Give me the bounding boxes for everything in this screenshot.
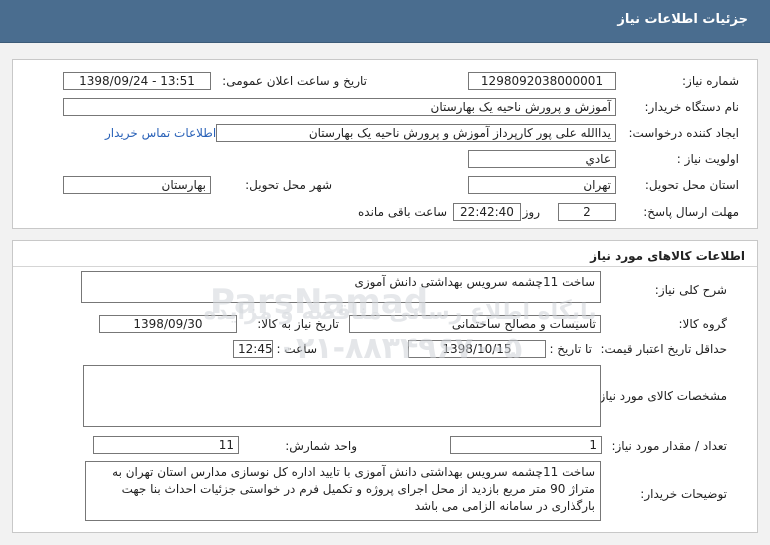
page-header: جزئیات اطلاعات نیاز: [0, 0, 770, 43]
general-desc-label: شرح کلی نیاز:: [654, 283, 727, 297]
deadline-label: مهلت ارسال پاسخ:: [643, 205, 739, 219]
goods-info-panel: اطلاعات کالاهای مورد نیاز شرح کلی نیاز: …: [12, 240, 758, 533]
time-label: ساعت :: [276, 342, 317, 356]
general-desc-field: ساخت 11چشمه سرویس بهداشتی دانش آموزی: [81, 271, 601, 303]
until-date-label: تا تاریخ :: [549, 342, 592, 356]
need-date-field: 1398/09/30: [99, 315, 237, 333]
unit-field: 11: [93, 436, 239, 454]
group-field: تاسیسات و مصالح ساختمانی: [349, 315, 601, 333]
specs-label: مشخصات کالای مورد نیاز:: [595, 389, 727, 403]
time-field: 12:45: [233, 340, 273, 358]
need-date-label: تاریخ نیاز به کالا:: [257, 317, 339, 331]
deadline-time-field: 22:42:40: [453, 203, 521, 221]
province-label: استان محل تحویل:: [644, 178, 739, 192]
remaining-word: ساعت باقی مانده: [358, 205, 448, 219]
qty-label: تعداد / مقدار مورد نیاز:: [611, 439, 727, 453]
priority-field: عادي: [468, 150, 616, 168]
group-label: گروه کالا:: [678, 317, 728, 331]
specs-field: [83, 365, 601, 427]
requester-label: ایجاد کننده درخواست:: [628, 126, 739, 140]
buyer-notes-field: ساخت 11چشمه سرویس بهداشتی دانش آموزی با …: [85, 461, 601, 521]
section-divider: [13, 266, 757, 267]
announce-field: 1398/09/24 - 13:51: [63, 72, 211, 90]
need-number-label: شماره نیاز:: [682, 74, 739, 88]
goods-section-title: اطلاعات کالاهای مورد نیاز: [590, 249, 745, 263]
deadline-days-field: 2: [558, 203, 616, 221]
city-field: بهارستان: [63, 176, 211, 194]
province-field: تهران: [468, 176, 616, 194]
buyer-org-field: آموزش و پرورش ناحیه یک بهارستان: [63, 98, 616, 116]
buyer-notes-label: توضیحات خریدار:: [640, 487, 727, 501]
qty-field: 1: [450, 436, 602, 454]
priority-label: اولویت نیاز :: [676, 152, 739, 166]
unit-label: واحد شمارش:: [285, 439, 357, 453]
need-number-field: 1298092038000001: [468, 72, 616, 90]
requester-field: یداالله علی پور کارپرداز آموزش و پرورش ن…: [216, 124, 616, 142]
buyer-org-label: نام دستگاه خریدار:: [644, 100, 740, 114]
announce-label: تاریخ و ساعت اعلان عمومی:: [222, 74, 367, 88]
city-label: شهر محل تحویل:: [245, 178, 332, 192]
validity-label: حداقل تاریخ اعتبار قیمت:: [600, 342, 727, 356]
buyer-contact-link[interactable]: اطلاعات تماس خریدار: [105, 126, 216, 140]
page-title: جزئیات اطلاعات نیاز: [617, 12, 748, 27]
need-info-panel: شماره نیاز: 1298092038000001 تاریخ و ساع…: [12, 59, 758, 229]
until-date-field: 1398/10/15: [408, 340, 546, 358]
